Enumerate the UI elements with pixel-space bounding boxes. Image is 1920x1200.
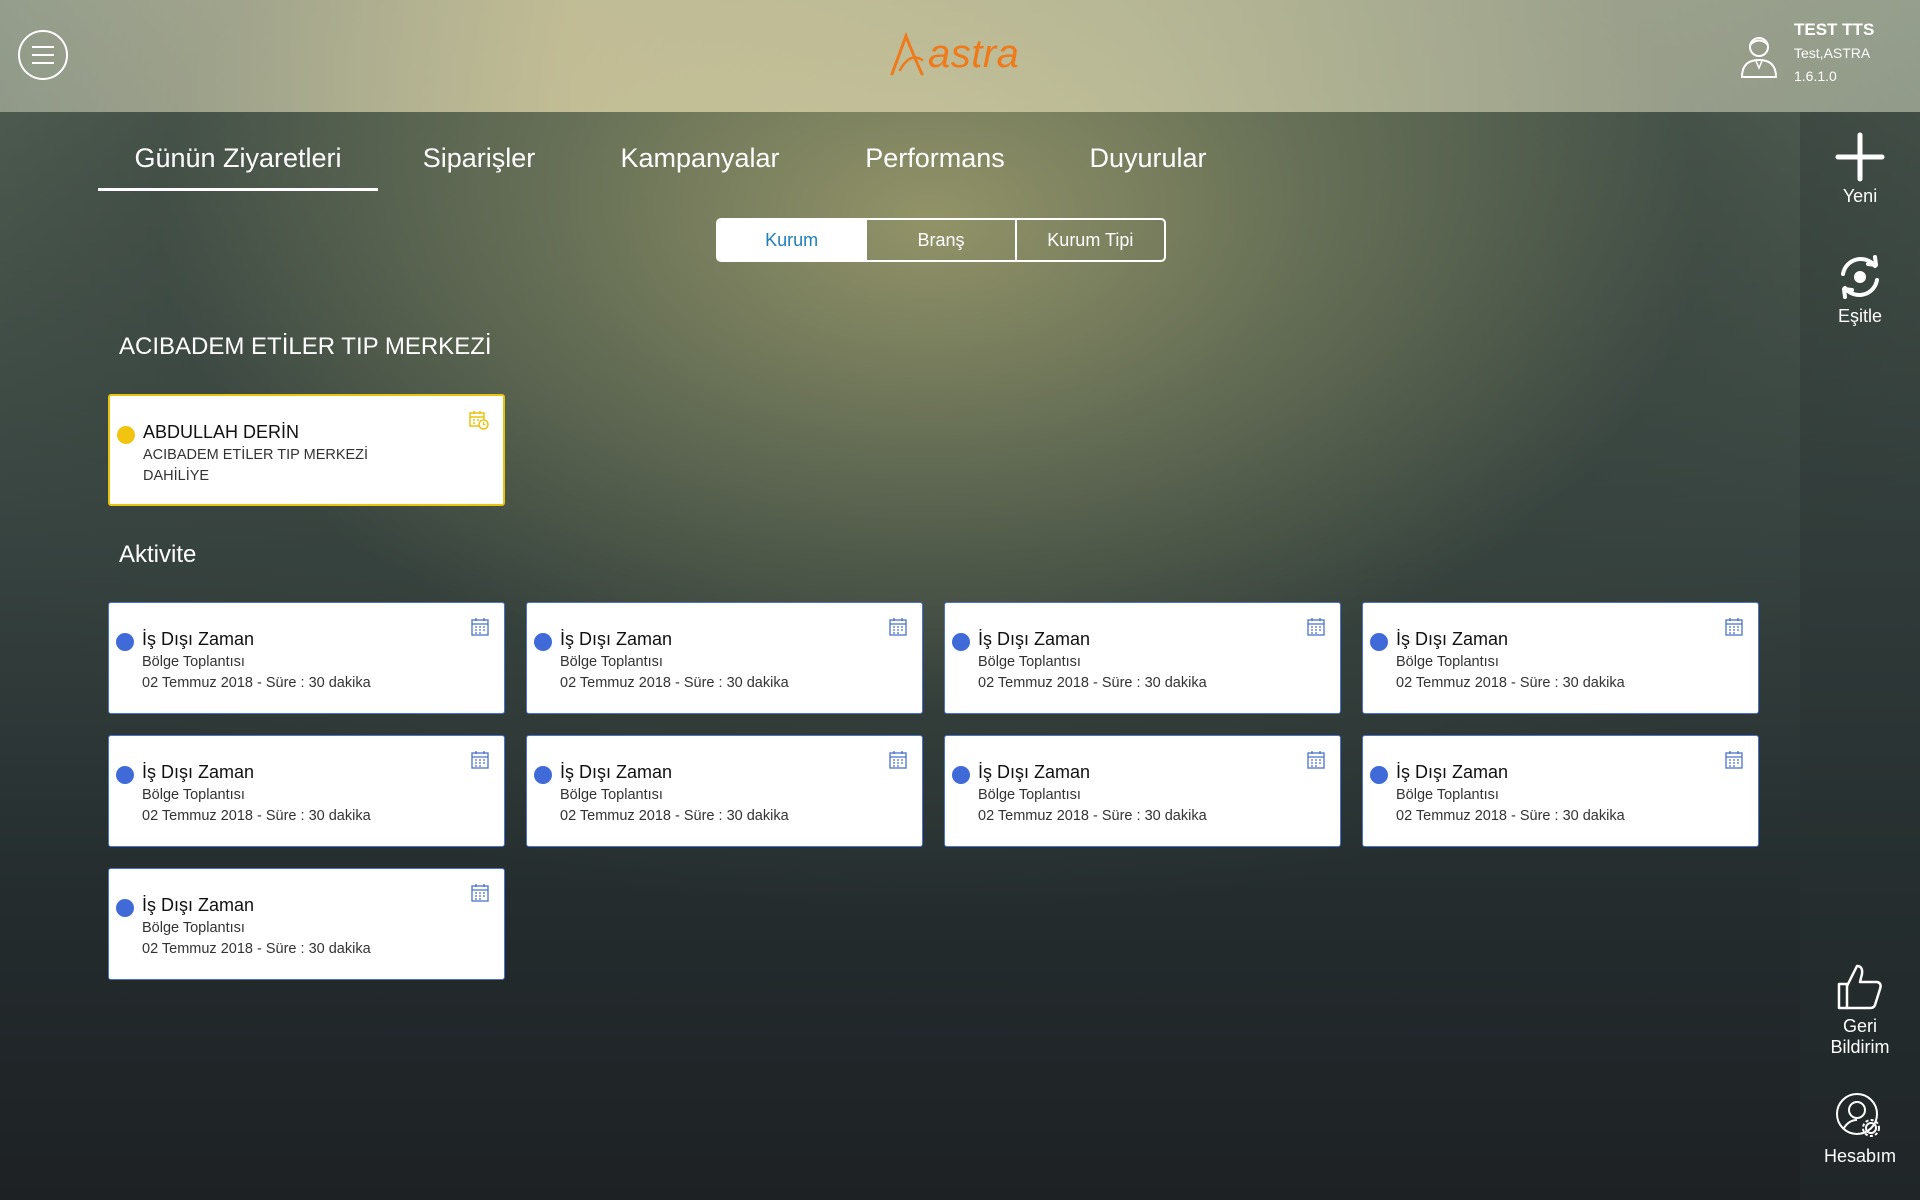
status-dot <box>116 633 134 651</box>
activity-card[interactable]: İş Dışı Zaman Bölge Toplantısı 02 Temmuz… <box>526 735 923 847</box>
activity-detail: 02 Temmuz 2018 - Süre : 30 dakika <box>1396 675 1625 691</box>
calendar-icon <box>1307 751 1325 769</box>
activity-card[interactable]: İş Dışı Zaman Bölge Toplantısı 02 Temmuz… <box>944 602 1341 714</box>
sync-label: Eşitle <box>1837 306 1882 326</box>
calendar-icon <box>1725 751 1743 769</box>
activity-type: Bölge Toplantısı <box>560 654 663 670</box>
hamburger-menu-button[interactable] <box>18 30 68 80</box>
menu-line <box>32 62 54 64</box>
sync-button[interactable]: Eşitle <box>1800 252 1920 327</box>
menu-line <box>32 54 54 56</box>
app-version: 1.6.1.0 <box>1794 68 1837 84</box>
activity-title-text: İş Dışı Zaman <box>1396 629 1509 649</box>
activity-card[interactable]: İş Dışı Zaman Bölge Toplantısı 02 Temmuz… <box>108 868 505 980</box>
astra-logo: astra <box>888 28 1019 80</box>
activity-type: Bölge Toplantısı <box>560 787 663 803</box>
plus-icon <box>1835 132 1885 182</box>
status-dot <box>534 766 552 784</box>
activity-title-text: İş Dışı Zaman <box>142 895 255 915</box>
activity-detail: 02 Temmuz 2018 - Süre : 30 dakika <box>978 675 1207 691</box>
activity-title-text: İş Dışı Zaman <box>142 629 255 649</box>
activity-title-text: İş Dışı Zaman <box>560 629 673 649</box>
activity-type: Bölge Toplantısı <box>1396 787 1499 803</box>
top-bar: astra TEST TTS Test,ASTRA 1.6.1.0 <box>0 0 1920 112</box>
calendar-clock-icon <box>469 411 489 430</box>
activity-type: Bölge Toplantısı <box>978 654 1081 670</box>
visit-doctor-name: ABDULLAH DERİN <box>143 422 300 442</box>
logo-text: astra <box>928 31 1020 76</box>
feedback-label-line1: Geri <box>1842 1016 1877 1036</box>
status-dot <box>1370 633 1388 651</box>
account-label: Hesabım <box>1823 1146 1897 1166</box>
activity-card[interactable]: İş Dışı Zaman Bölge Toplantısı 02 Temmuz… <box>1362 735 1759 847</box>
user-info[interactable]: TEST TTS Test,ASTRA 1.6.1.0 <box>1740 20 1910 90</box>
calendar-icon <box>889 751 907 769</box>
new-label: Yeni <box>1842 186 1878 206</box>
activity-detail: 02 Temmuz 2018 - Süre : 30 dakika <box>142 808 371 824</box>
activity-card[interactable]: İş Dışı Zaman Bölge Toplantısı 02 Temmuz… <box>526 602 923 714</box>
calendar-icon <box>471 884 489 902</box>
tab-todays-visits[interactable]: Günün Ziyaretleri <box>98 130 378 191</box>
calendar-icon <box>889 618 907 636</box>
user-name: TEST TTS <box>1794 20 1875 39</box>
calendar-icon <box>471 618 489 636</box>
activity-type: Bölge Toplantısı <box>142 654 245 670</box>
segment-institution-type[interactable]: Kurum Tipi <box>1017 220 1164 260</box>
activity-title-text: İş Dışı Zaman <box>1396 762 1509 782</box>
status-dot <box>116 766 134 784</box>
astra-logo-icon <box>890 31 924 76</box>
account-button[interactable]: Hesabım <box>1800 1092 1920 1167</box>
menu-line <box>32 46 54 48</box>
feedback-button[interactable]: Geri Bildirim <box>1800 962 1920 1058</box>
status-dot <box>952 633 970 651</box>
activity-card[interactable]: İş Dışı Zaman Bölge Toplantısı 02 Temmuz… <box>944 735 1341 847</box>
visit-card[interactable]: ABDULLAH DERİN ACIBADEM ETİLER TIP MERKE… <box>108 394 505 506</box>
activity-type: Bölge Toplantısı <box>142 787 245 803</box>
activity-card[interactable]: İş Dışı Zaman Bölge Toplantısı 02 Temmuz… <box>108 735 505 847</box>
user-account: Test,ASTRA <box>1794 45 1871 61</box>
feedback-label-line2: Bildirim <box>1830 1037 1890 1057</box>
thumbs-up-icon <box>1837 964 1882 1010</box>
status-dot <box>534 633 552 651</box>
group-by-segmented-control: Kurum Branş Kurum Tipi <box>716 218 1166 262</box>
activity-card[interactable]: İş Dışı Zaman Bölge Toplantısı 02 Temmuz… <box>1362 602 1759 714</box>
activity-type: Bölge Toplantısı <box>142 920 245 936</box>
activity-card[interactable]: İş Dışı Zaman Bölge Toplantısı 02 Temmuz… <box>108 602 505 714</box>
activity-title-text: İş Dışı Zaman <box>978 629 1091 649</box>
tab-performance[interactable]: Performans <box>864 130 1006 188</box>
activity-title: Aktivite <box>119 541 197 568</box>
user-icon <box>1740 37 1778 78</box>
tab-orders[interactable]: Siparişler <box>416 130 542 188</box>
tab-campaigns[interactable]: Kampanyalar <box>620 130 780 188</box>
new-button[interactable]: Yeni <box>1800 132 1920 207</box>
activity-type: Bölge Toplantısı <box>1396 654 1499 670</box>
segment-institution[interactable]: Kurum <box>718 220 868 260</box>
status-dot <box>1370 766 1388 784</box>
activity-detail: 02 Temmuz 2018 - Süre : 30 dakika <box>142 941 371 957</box>
sync-icon <box>1841 255 1879 299</box>
activity-detail: 02 Temmuz 2018 - Süre : 30 dakika <box>560 808 789 824</box>
calendar-icon <box>1725 618 1743 636</box>
segment-branch[interactable]: Branş <box>867 220 1017 260</box>
right-action-rail: Yeni Eşitle Geri Bildirim Hesabım <box>1800 112 1920 1200</box>
calendar-icon <box>1307 618 1325 636</box>
activity-detail: 02 Temmuz 2018 - Süre : 30 dakika <box>142 675 371 691</box>
account-settings-icon <box>1836 1093 1880 1137</box>
status-dot <box>952 766 970 784</box>
activity-type: Bölge Toplantısı <box>978 787 1081 803</box>
activity-detail: 02 Temmuz 2018 - Süre : 30 dakika <box>560 675 789 691</box>
activity-detail: 02 Temmuz 2018 - Süre : 30 dakika <box>1396 808 1625 824</box>
activity-detail: 02 Temmuz 2018 - Süre : 30 dakika <box>978 808 1207 824</box>
activity-title-text: İş Dışı Zaman <box>560 762 673 782</box>
status-dot <box>116 899 134 917</box>
institution-title: ACIBADEM ETİLER TIP MERKEZİ <box>119 333 492 360</box>
visit-institution: ACIBADEM ETİLER TIP MERKEZİ <box>143 447 369 463</box>
visit-branch: DAHİLİYE <box>143 468 210 484</box>
calendar-icon <box>471 751 489 769</box>
tab-announcements[interactable]: Duyurular <box>1089 130 1207 188</box>
activity-title-text: İş Dışı Zaman <box>978 762 1091 782</box>
status-dot <box>117 426 135 444</box>
activity-title-text: İş Dışı Zaman <box>142 762 255 782</box>
